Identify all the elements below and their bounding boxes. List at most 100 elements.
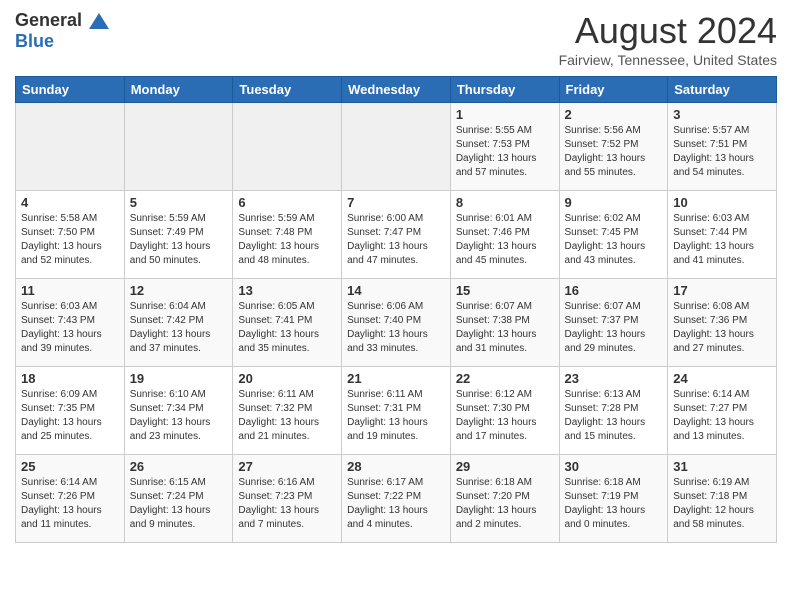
weekday-friday: Friday [559, 77, 668, 103]
day-info: Sunrise: 6:14 AM Sunset: 7:27 PM Dayligh… [673, 388, 771, 444]
day-info: Sunrise: 6:03 AM Sunset: 7:44 PM Dayligh… [673, 212, 771, 268]
day-info: Sunrise: 6:05 AM Sunset: 7:41 PM Dayligh… [238, 300, 336, 356]
logo-icon [89, 13, 109, 29]
weekday-header-row: SundayMondayTuesdayWednesdayThursdayFrid… [16, 77, 777, 103]
day-info: Sunrise: 6:18 AM Sunset: 7:20 PM Dayligh… [456, 476, 554, 532]
calendar-cell: 18 Sunrise: 6:09 AM Sunset: 7:35 PM Dayli… [16, 367, 125, 455]
location: Fairview, Tennessee, United States [559, 52, 777, 68]
day-info: Sunrise: 6:10 AM Sunset: 7:34 PM Dayligh… [130, 388, 228, 444]
calendar-cell [124, 103, 233, 191]
day-info: Sunrise: 6:19 AM Sunset: 7:18 PM Dayligh… [673, 476, 771, 532]
day-number: 23 [565, 371, 663, 386]
calendar-cell: 14 Sunrise: 6:06 AM Sunset: 7:40 PM Dayli… [342, 279, 451, 367]
calendar-cell: 31 Sunrise: 6:19 AM Sunset: 7:18 PM Dayli… [668, 455, 777, 543]
day-number: 21 [347, 371, 445, 386]
day-number: 31 [673, 459, 771, 474]
calendar-cell: 23Sunrise: 6:13 AM Sunset: 7:28 PM Dayli… [559, 367, 668, 455]
day-number: 20 [238, 371, 336, 386]
day-number: 30 [565, 459, 663, 474]
day-info: Sunrise: 6:14 AM Sunset: 7:26 PM Dayligh… [21, 476, 119, 532]
calendar-cell: 12 Sunrise: 6:04 AM Sunset: 7:42 PM Dayli… [124, 279, 233, 367]
day-info: Sunrise: 6:18 AM Sunset: 7:19 PM Dayligh… [565, 476, 663, 532]
weekday-wednesday: Wednesday [342, 77, 451, 103]
day-number: 10 [673, 195, 771, 210]
calendar-cell: 4Sunrise: 5:58 AM Sunset: 7:50 PM Daylig… [16, 191, 125, 279]
day-number: 2 [565, 107, 663, 122]
calendar-cell: 27 Sunrise: 6:16 AM Sunset: 7:23 PM Dayli… [233, 455, 342, 543]
day-info: Sunrise: 5:59 AM Sunset: 7:49 PM Dayligh… [130, 212, 228, 268]
day-info: Sunrise: 6:04 AM Sunset: 7:42 PM Dayligh… [130, 300, 228, 356]
day-number: 6 [238, 195, 336, 210]
calendar-cell: 5 Sunrise: 5:59 AM Sunset: 7:49 PM Daylig… [124, 191, 233, 279]
calendar-cell: 9 Sunrise: 6:02 AM Sunset: 7:45 PM Daylig… [559, 191, 668, 279]
logo-text: General [15, 10, 109, 31]
day-info: Sunrise: 6:12 AM Sunset: 7:30 PM Dayligh… [456, 388, 554, 444]
day-number: 19 [130, 371, 228, 386]
calendar-cell: 24Sunrise: 6:14 AM Sunset: 7:27 PM Dayli… [668, 367, 777, 455]
calendar-cell: 15Sunrise: 6:07 AM Sunset: 7:38 PM Dayli… [450, 279, 559, 367]
day-number: 15 [456, 283, 554, 298]
month-title: August 2024 [559, 10, 777, 52]
day-info: Sunrise: 6:00 AM Sunset: 7:47 PM Dayligh… [347, 212, 445, 268]
weekday-sunday: Sunday [16, 77, 125, 103]
calendar-cell: 1Sunrise: 5:55 AM Sunset: 7:53 PM Daylig… [450, 103, 559, 191]
day-info: Sunrise: 5:59 AM Sunset: 7:48 PM Dayligh… [238, 212, 336, 268]
weekday-saturday: Saturday [668, 77, 777, 103]
calendar-cell: 26Sunrise: 6:15 AM Sunset: 7:24 PM Dayli… [124, 455, 233, 543]
calendar-cell: 19 Sunrise: 6:10 AM Sunset: 7:34 PM Dayli… [124, 367, 233, 455]
logo: General Blue [15, 10, 109, 51]
day-number: 17 [673, 283, 771, 298]
day-number: 28 [347, 459, 445, 474]
day-info: Sunrise: 5:56 AM Sunset: 7:52 PM Dayligh… [565, 124, 663, 180]
day-number: 9 [565, 195, 663, 210]
day-number: 22 [456, 371, 554, 386]
day-number: 18 [21, 371, 119, 386]
week-row-4: 18 Sunrise: 6:09 AM Sunset: 7:35 PM Dayli… [16, 367, 777, 455]
calendar-cell: 22 Sunrise: 6:12 AM Sunset: 7:30 PM Dayli… [450, 367, 559, 455]
day-number: 14 [347, 283, 445, 298]
calendar-cell: 10 Sunrise: 6:03 AM Sunset: 7:44 PM Dayli… [668, 191, 777, 279]
day-info: Sunrise: 6:01 AM Sunset: 7:46 PM Dayligh… [456, 212, 554, 268]
calendar-cell: 25 Sunrise: 6:14 AM Sunset: 7:26 PM Dayli… [16, 455, 125, 543]
title-block: August 2024 Fairview, Tennessee, United … [559, 10, 777, 68]
day-number: 27 [238, 459, 336, 474]
calendar-cell: 7 Sunrise: 6:00 AM Sunset: 7:47 PM Daylig… [342, 191, 451, 279]
logo-content: General Blue [15, 10, 109, 51]
day-info: Sunrise: 6:06 AM Sunset: 7:40 PM Dayligh… [347, 300, 445, 356]
calendar-cell [342, 103, 451, 191]
day-number: 7 [347, 195, 445, 210]
calendar-cell: 8 Sunrise: 6:01 AM Sunset: 7:46 PM Daylig… [450, 191, 559, 279]
day-number: 8 [456, 195, 554, 210]
day-info: Sunrise: 6:11 AM Sunset: 7:32 PM Dayligh… [238, 388, 336, 444]
day-info: Sunrise: 6:09 AM Sunset: 7:35 PM Dayligh… [21, 388, 119, 444]
day-number: 13 [238, 283, 336, 298]
header: General Blue August 2024 Fairview, Tenne… [15, 10, 777, 68]
week-row-3: 11Sunrise: 6:03 AM Sunset: 7:43 PM Dayli… [16, 279, 777, 367]
calendar-cell: 28 Sunrise: 6:17 AM Sunset: 7:22 PM Dayli… [342, 455, 451, 543]
day-number: 5 [130, 195, 228, 210]
calendar-cell: 29Sunrise: 6:18 AM Sunset: 7:20 PM Dayli… [450, 455, 559, 543]
page-container: General Blue August 2024 Fairview, Tenne… [0, 0, 792, 553]
calendar-cell: 17Sunrise: 6:08 AM Sunset: 7:36 PM Dayli… [668, 279, 777, 367]
day-info: Sunrise: 6:11 AM Sunset: 7:31 PM Dayligh… [347, 388, 445, 444]
day-info: Sunrise: 6:07 AM Sunset: 7:37 PM Dayligh… [565, 300, 663, 356]
day-info: Sunrise: 5:58 AM Sunset: 7:50 PM Dayligh… [21, 212, 119, 268]
calendar-cell: 6 Sunrise: 5:59 AM Sunset: 7:48 PM Daylig… [233, 191, 342, 279]
day-number: 16 [565, 283, 663, 298]
calendar-cell: 13 Sunrise: 6:05 AM Sunset: 7:41 PM Dayli… [233, 279, 342, 367]
weekday-thursday: Thursday [450, 77, 559, 103]
day-info: Sunrise: 6:03 AM Sunset: 7:43 PM Dayligh… [21, 300, 119, 356]
day-number: 25 [21, 459, 119, 474]
week-row-1: 1Sunrise: 5:55 AM Sunset: 7:53 PM Daylig… [16, 103, 777, 191]
day-info: Sunrise: 6:02 AM Sunset: 7:45 PM Dayligh… [565, 212, 663, 268]
calendar-cell: 20 Sunrise: 6:11 AM Sunset: 7:32 PM Dayli… [233, 367, 342, 455]
day-number: 12 [130, 283, 228, 298]
logo-blue: Blue [15, 31, 109, 52]
day-info: Sunrise: 6:17 AM Sunset: 7:22 PM Dayligh… [347, 476, 445, 532]
calendar-cell [233, 103, 342, 191]
calendar-cell: 30 Sunrise: 6:18 AM Sunset: 7:19 PM Dayli… [559, 455, 668, 543]
day-info: Sunrise: 6:16 AM Sunset: 7:23 PM Dayligh… [238, 476, 336, 532]
calendar-cell: 3Sunrise: 5:57 AM Sunset: 7:51 PM Daylig… [668, 103, 777, 191]
day-number: 3 [673, 107, 771, 122]
calendar-cell: 21 Sunrise: 6:11 AM Sunset: 7:31 PM Dayli… [342, 367, 451, 455]
